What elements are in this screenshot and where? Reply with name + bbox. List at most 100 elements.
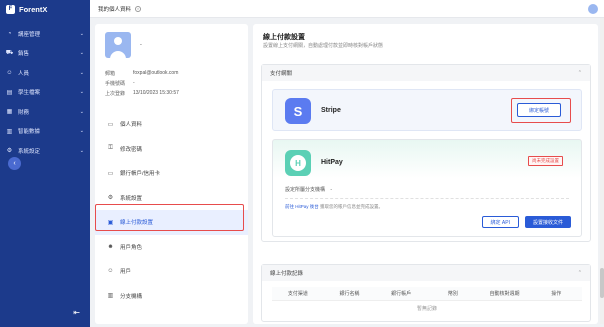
avatar[interactable] bbox=[588, 4, 598, 14]
section-title: 支付網關 bbox=[270, 71, 293, 77]
hitpay-name: HitPay bbox=[321, 159, 343, 166]
stripe-name: Stripe bbox=[321, 107, 341, 114]
column-header: 銀行名稱 bbox=[339, 291, 360, 297]
hitpay-actions: 綁定 API 設置接收文件 bbox=[481, 216, 571, 228]
branch-icon: ▥ bbox=[107, 293, 114, 300]
hitpay-note: 前往 HitPay 後台 獲取您的帳戶信息並完成設置。 bbox=[285, 204, 384, 209]
lock-icon: ⚿ bbox=[108, 145, 113, 152]
menu-item-roles[interactable]: ☻ 用戶角色 bbox=[95, 235, 248, 260]
panel-subtitle: 設置線上支付網關，自動處理付款並即時核對帳戶狀態 bbox=[263, 43, 384, 49]
hitpay-dashboard-link[interactable]: 前往 HitPay 後台 bbox=[285, 204, 319, 209]
empty-state: 暫無記錄 bbox=[416, 305, 437, 312]
id-card-icon: ▭ bbox=[107, 121, 114, 128]
info-value: foxpal@outlook.com bbox=[133, 70, 179, 76]
sidebar-item-analytics[interactable]: ▥ 智能數據 ⌄ bbox=[0, 122, 90, 142]
sidebar-item-courses[interactable]: ◔ 講座管理 ⌄ bbox=[0, 24, 90, 44]
brand[interactable]: F ForentX bbox=[0, 0, 90, 18]
sidebar-item-sales[interactable]: ⛟ 銷售 ⌄ bbox=[0, 44, 90, 64]
sidebar-item-finance[interactable]: ▦ 財務 ⌄ bbox=[0, 102, 90, 122]
info-row-email: 郵箱 foxpal@outlook.com bbox=[105, 68, 179, 78]
user-icon: ☺ bbox=[6, 69, 13, 76]
menu-item-password[interactable]: ⚿ 修改密碼 bbox=[95, 137, 248, 162]
panel-title: 線上付款設置 bbox=[263, 34, 305, 41]
chart-icon: ▥ bbox=[6, 128, 13, 135]
menu-item-label: 個人資料 bbox=[120, 122, 143, 129]
sidebar-item-label: 人員 bbox=[18, 70, 30, 77]
sidebar-nav: ◔ 講座管理 ⌄ ⛟ 銷售 ⌄ ☺ 人員 ⌄ ▤ 學生檔案 ⌄ ▦ 財務 ⌄ ▥… bbox=[0, 24, 90, 161]
column-header: 操作 bbox=[551, 291, 562, 297]
topbar: 我的個人資料 × bbox=[90, 0, 604, 18]
payment-settings-panel: 線上付款設置 設置線上支付網關，自動處理付款並即時核對帳戶狀態 支付網關 ⌃ S… bbox=[253, 24, 598, 324]
menu-item-label: 用戶角色 bbox=[120, 244, 143, 251]
sidebar-item-label: 財務 bbox=[18, 109, 30, 116]
chevron-down-icon: ⌄ bbox=[79, 69, 84, 76]
stripe-logo-icon: S bbox=[285, 98, 311, 124]
gateways-section: 支付網關 ⌃ S Stripe 綁定帳號 H HitPay 尚未完成設置 設定所… bbox=[261, 64, 591, 242]
table-header: 支付渠道 銀行名稱 銀行帳戶 幣別 自動核對週期 操作 bbox=[272, 287, 582, 301]
sidebar-item-label: 講座管理 bbox=[18, 31, 41, 38]
info-key: 郵箱 bbox=[105, 70, 116, 77]
info-key: 手機號碼 bbox=[105, 80, 126, 87]
column-header: 幣別 bbox=[447, 291, 458, 297]
logout-icon[interactable]: ⇤ bbox=[73, 308, 80, 317]
info-key: 上次登錄 bbox=[105, 90, 126, 97]
close-tab-icon[interactable]: × bbox=[135, 5, 142, 12]
records-table: 支付渠道 銀行名稱 銀行帳戶 幣別 自動核對週期 操作 暫無記錄 bbox=[272, 287, 582, 315]
menu-item-label: 修改密碼 bbox=[120, 146, 143, 153]
collapse-sidebar-button[interactable]: ‹ bbox=[8, 157, 21, 170]
profile-name: - bbox=[140, 42, 142, 48]
ledger-icon: ▦ bbox=[6, 109, 13, 116]
page-title: 我的個人資料 bbox=[98, 6, 132, 13]
divider bbox=[285, 198, 569, 199]
hitpay-branch-field[interactable]: 設定所屬分支機構 - bbox=[285, 186, 332, 193]
chevron-down-icon: ⌄ bbox=[79, 50, 84, 57]
menu-item-label: 用戶 bbox=[120, 269, 132, 276]
profile-avatar bbox=[105, 32, 131, 58]
menu-item-users[interactable]: ☺ 用戶 bbox=[95, 259, 248, 284]
user-icon: ☺ bbox=[107, 268, 114, 275]
chevron-down-icon: ⌄ bbox=[79, 128, 84, 135]
sidebar-item-staff[interactable]: ☺ 人員 ⌄ bbox=[0, 63, 90, 83]
highlight-box bbox=[95, 204, 244, 231]
file-icon: ▤ bbox=[6, 89, 13, 96]
profile-info: 郵箱 foxpal@outlook.com 手機號碼 - 上次登錄 13/10/… bbox=[105, 68, 179, 98]
menu-item-bank[interactable]: ▭ 銀行帳戶/信用卡 bbox=[95, 161, 248, 186]
gateways-section-header[interactable]: 支付網關 ⌃ bbox=[262, 65, 590, 81]
records-section: 線上付款記錄 ⌃ 支付渠道 銀行名稱 銀行帳戶 幣別 自動核對週期 操作 暫無記… bbox=[261, 264, 591, 322]
setup-file-button[interactable]: 設置接收文件 bbox=[524, 216, 571, 228]
chevron-up-icon: ⌃ bbox=[577, 70, 582, 76]
menu-item-label: 系統設置 bbox=[120, 195, 143, 202]
sidebar-item-students[interactable]: ▤ 學生檔案 ⌄ bbox=[0, 83, 90, 103]
chevron-down-icon: ⌄ bbox=[79, 147, 84, 154]
column-header: 自動核對週期 bbox=[489, 291, 520, 297]
hitpay-card: H HitPay 尚未完成設置 設定所屬分支機構 - 前往 HitPay 後台 … bbox=[272, 139, 582, 237]
records-section-header[interactable]: 線上付款記錄 ⌃ bbox=[262, 265, 590, 281]
chevron-left-icon: ‹ bbox=[13, 160, 16, 167]
hitpay-logo-icon: H bbox=[285, 150, 311, 176]
stripe-card: S Stripe 綁定帳號 bbox=[272, 89, 582, 131]
menu-item-profile[interactable]: ▭ 個人資料 bbox=[95, 112, 248, 137]
sidebar: F ForentX ◔ 講座管理 ⌄ ⛟ 銷售 ⌄ ☺ 人員 ⌄ ▤ 學生檔案 … bbox=[0, 0, 90, 327]
menu-item-label: 分支機構 bbox=[120, 293, 143, 300]
bind-api-button[interactable]: 綁定 API bbox=[481, 216, 519, 228]
highlight-box bbox=[511, 98, 571, 123]
scrollbar[interactable] bbox=[600, 18, 604, 324]
scrollbar-thumb[interactable] bbox=[600, 268, 604, 298]
menu-item-label: 銀行帳戶/信用卡 bbox=[120, 171, 161, 178]
chevron-down-icon: ⌄ bbox=[79, 89, 84, 96]
gear-icon: ⚙ bbox=[107, 195, 114, 202]
sidebar-item-label: 系統設定 bbox=[18, 148, 41, 155]
users-icon: ☻ bbox=[107, 243, 114, 250]
sidebar-item-label: 學生檔案 bbox=[18, 90, 41, 97]
chevron-down-icon: ⌄ bbox=[79, 108, 84, 115]
brand-logo-icon: F bbox=[6, 4, 15, 14]
section-title: 線上付款記錄 bbox=[270, 271, 304, 277]
sidebar-item-label: 智能數據 bbox=[18, 129, 41, 136]
info-value: - bbox=[133, 80, 135, 86]
card-icon: ▭ bbox=[107, 170, 114, 177]
chevron-up-icon: ⌃ bbox=[577, 270, 582, 276]
info-row-last-login: 上次登錄 13/10/2023 15:30:57 bbox=[105, 88, 179, 98]
info-value: 13/10/2023 15:30:57 bbox=[133, 90, 179, 96]
menu-item-branches[interactable]: ▥ 分支機構 bbox=[95, 284, 248, 309]
gear-icon: ⚙ bbox=[6, 148, 13, 155]
